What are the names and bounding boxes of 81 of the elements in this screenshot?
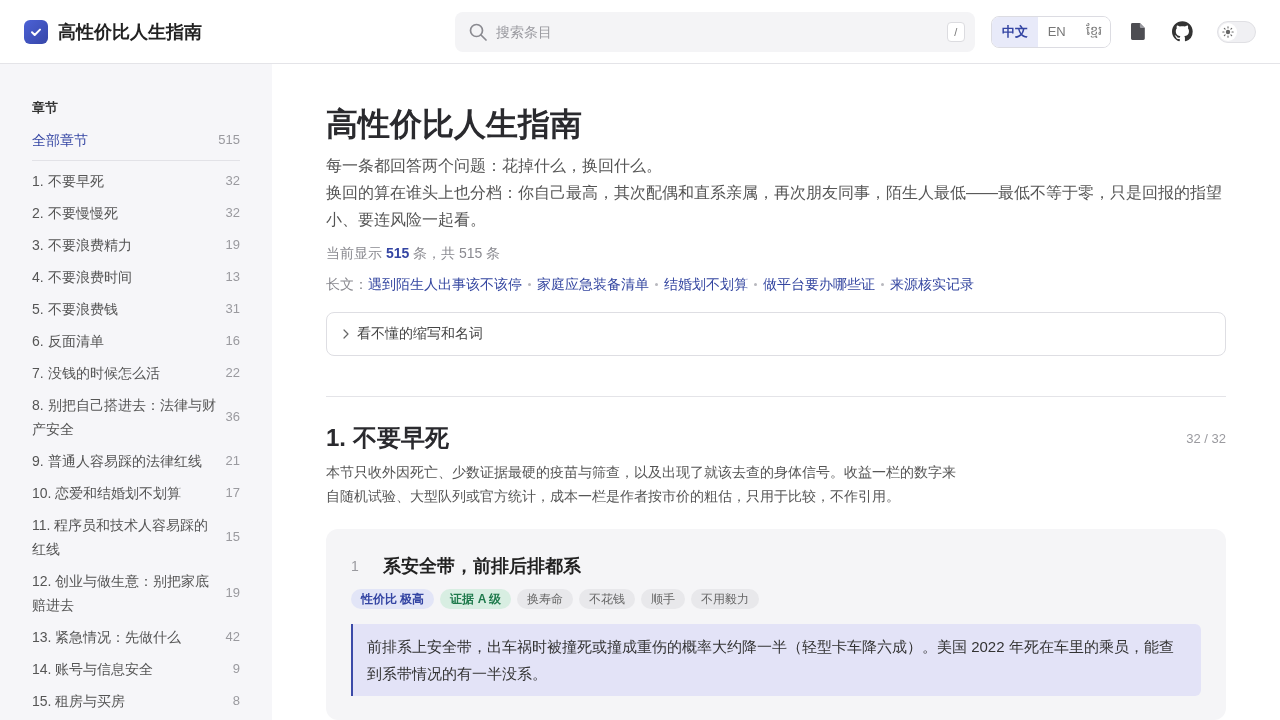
chapter-label: 10. 恋爱和结婚划不划算: [32, 484, 183, 503]
chapter-label: 12. 创业与做生意：别把家底赔进去: [32, 572, 211, 615]
topic-tag: 不花钱: [579, 589, 636, 609]
chapter-link[interactable]: 10. 恋爱和结婚划不划算 17: [32, 477, 240, 509]
chapter-label: 8. 别把自己搭进去：法律与财产安全: [32, 396, 216, 439]
sidebar-heading: 章节: [32, 99, 59, 117]
chapter-count: 17: [224, 484, 240, 502]
language-option[interactable]: 中文: [991, 16, 1038, 47]
chapter-count: 32: [224, 204, 240, 222]
topic-tag: 换寿命: [517, 589, 574, 609]
intro-paragraph: 每一条都回答两个问题：花掉什么，换回什么。: [326, 156, 663, 176]
chapter-link[interactable]: 11. 程序员和技术人容易踩的红线 15: [32, 509, 240, 565]
chapter-count: 42: [224, 628, 240, 646]
chapter-count: 515: [217, 131, 240, 149]
chapter-link[interactable]: 14. 账号与信息安全 9: [32, 653, 240, 685]
checkbox-logo-icon: [24, 19, 48, 44]
chevron-icon: [343, 329, 349, 339]
chapter-label: 9. 普通人容易踩的法律红线: [32, 452, 203, 471]
chapter-count: 19: [224, 584, 240, 602]
chapter-link[interactable]: 9. 普通人容易踩的法律红线 21: [32, 445, 240, 477]
chapter-count: 31: [224, 300, 240, 318]
chapter-link[interactable]: 1. 不要早死 32: [32, 165, 240, 197]
article-link[interactable]: 家庭应急装备清单: [537, 274, 649, 294]
chapter-link[interactable]: 3. 不要浪费精力 19: [32, 229, 240, 261]
chapter-count: 13: [224, 268, 240, 286]
chapter-label: 13. 紧急情况：先做什么: [32, 628, 183, 647]
chapter-count: 9: [231, 660, 240, 678]
intro-paragraph: 换回的算在谁头上也分档：你自己最高，其次配偶和直系亲属，再次朋友同事，陌生人最低——最低不等于零，只是回报的指望小、要连风险一起看。: [326, 183, 1223, 230]
chapter-label: 7. 没钱的时候怎么活: [32, 364, 161, 383]
entry-counter: 32 / 32: [1186, 430, 1226, 446]
chapter-label: 全部章节: [32, 131, 89, 150]
entry-title: 系安全带，前排后排都系: [383, 555, 581, 578]
chapter-link[interactable]: 7. 没钱的时候怎么活 22: [32, 357, 240, 389]
article-link[interactable]: 结婚划不划算: [664, 274, 748, 294]
theme-toggle[interactable]: [1216, 20, 1256, 43]
article-link[interactable]: 来源核实记录: [890, 274, 974, 294]
chapter-link[interactable]: 6. 反面清单 16: [32, 325, 240, 357]
section-description: 本节只收外因死亡、少数证据最硬的疫苗与筛查，以及出现了就该去查的身体信号。收益一栏的数字来自随机试验、大型队列或官方统计，成本一栏是作者按市价的粗估，只用于比较，不作引用。: [326, 463, 957, 506]
chapter-link[interactable]: 2. 不要慢慢死 32: [32, 197, 240, 229]
entry-number: 1: [351, 557, 360, 576]
chapter-label: 4. 不要浪费时间: [32, 268, 133, 287]
chapter-count: 21: [224, 452, 240, 470]
result-count: 当前显示 515 条，共 515 条: [326, 244, 502, 263]
search-icon: [468, 22, 487, 41]
sun-icon: [1218, 22, 1237, 41]
site-title[interactable]: 高性价比人生指南: [58, 19, 202, 44]
article-link[interactable]: 做平台要办哪些证: [763, 274, 875, 294]
github-icon[interactable]: [1171, 21, 1193, 42]
chapter-count: 15: [224, 528, 240, 546]
chapter-label: 5. 不要浪费钱: [32, 300, 119, 319]
chapter-link[interactable]: 15. 租房与买房 8: [32, 685, 240, 717]
article-link[interactable]: 遇到陌生人出事该不该停: [368, 274, 522, 294]
chapter-link[interactable]: 全部章节 515: [32, 124, 240, 156]
document-icon[interactable]: [1131, 23, 1145, 40]
chapter-count: 8: [231, 692, 240, 710]
chapter-label: 14. 账号与信息安全: [32, 660, 155, 679]
chapter-link[interactable]: 13. 紧急情况：先做什么 42: [32, 621, 240, 653]
entry-summary: 前排系上安全带，出车祸时被撞死或撞成重伤的概率大约降一半（轻型卡车降六成）。美国 2022 年死在车里的乘员，能查到系带情况的有一半没系。: [351, 624, 1201, 696]
chapter-label: 6. 反面清单: [32, 332, 105, 351]
chapter-link[interactable]: 12. 创业与做生意：别把家底赔进去 19: [32, 565, 240, 621]
chapter-label: 1. 不要早死: [32, 172, 105, 191]
chapter-count: 16: [224, 332, 240, 350]
topic-tag: 顺手: [641, 589, 686, 609]
chapter-label: 15. 租房与买房: [32, 692, 127, 711]
chapter-count: 22: [224, 364, 240, 382]
chapter-label: 3. 不要浪费精力: [32, 236, 133, 255]
rating-tag: 性价比 极高: [351, 589, 435, 609]
chapter-label: 11. 程序员和技术人容易踩的红线: [32, 516, 210, 559]
chapter-link[interactable]: 4. 不要浪费时间 13: [32, 261, 240, 293]
chapter-count: 36: [224, 408, 240, 426]
chapter-count: 32: [224, 172, 240, 190]
chapter-count: 19: [224, 236, 240, 254]
section-title: 1. 不要早死: [326, 423, 449, 453]
chapter-label: 2. 不要慢慢死: [32, 204, 119, 223]
chapter-link[interactable]: 8. 别把自己搭进去：法律与财产安全 36: [32, 389, 240, 445]
evidence-tag: 证据 A 级: [440, 589, 512, 609]
topic-tag: 不用毅力: [691, 589, 760, 609]
chapter-link[interactable]: 5. 不要浪费钱 31: [32, 293, 240, 325]
glossary-toggle[interactable]: 看不懂的缩写和名词: [326, 312, 1226, 356]
page-title: 高性价比人生指南: [326, 105, 583, 144]
longreads-label: 长文：: [326, 275, 368, 294]
